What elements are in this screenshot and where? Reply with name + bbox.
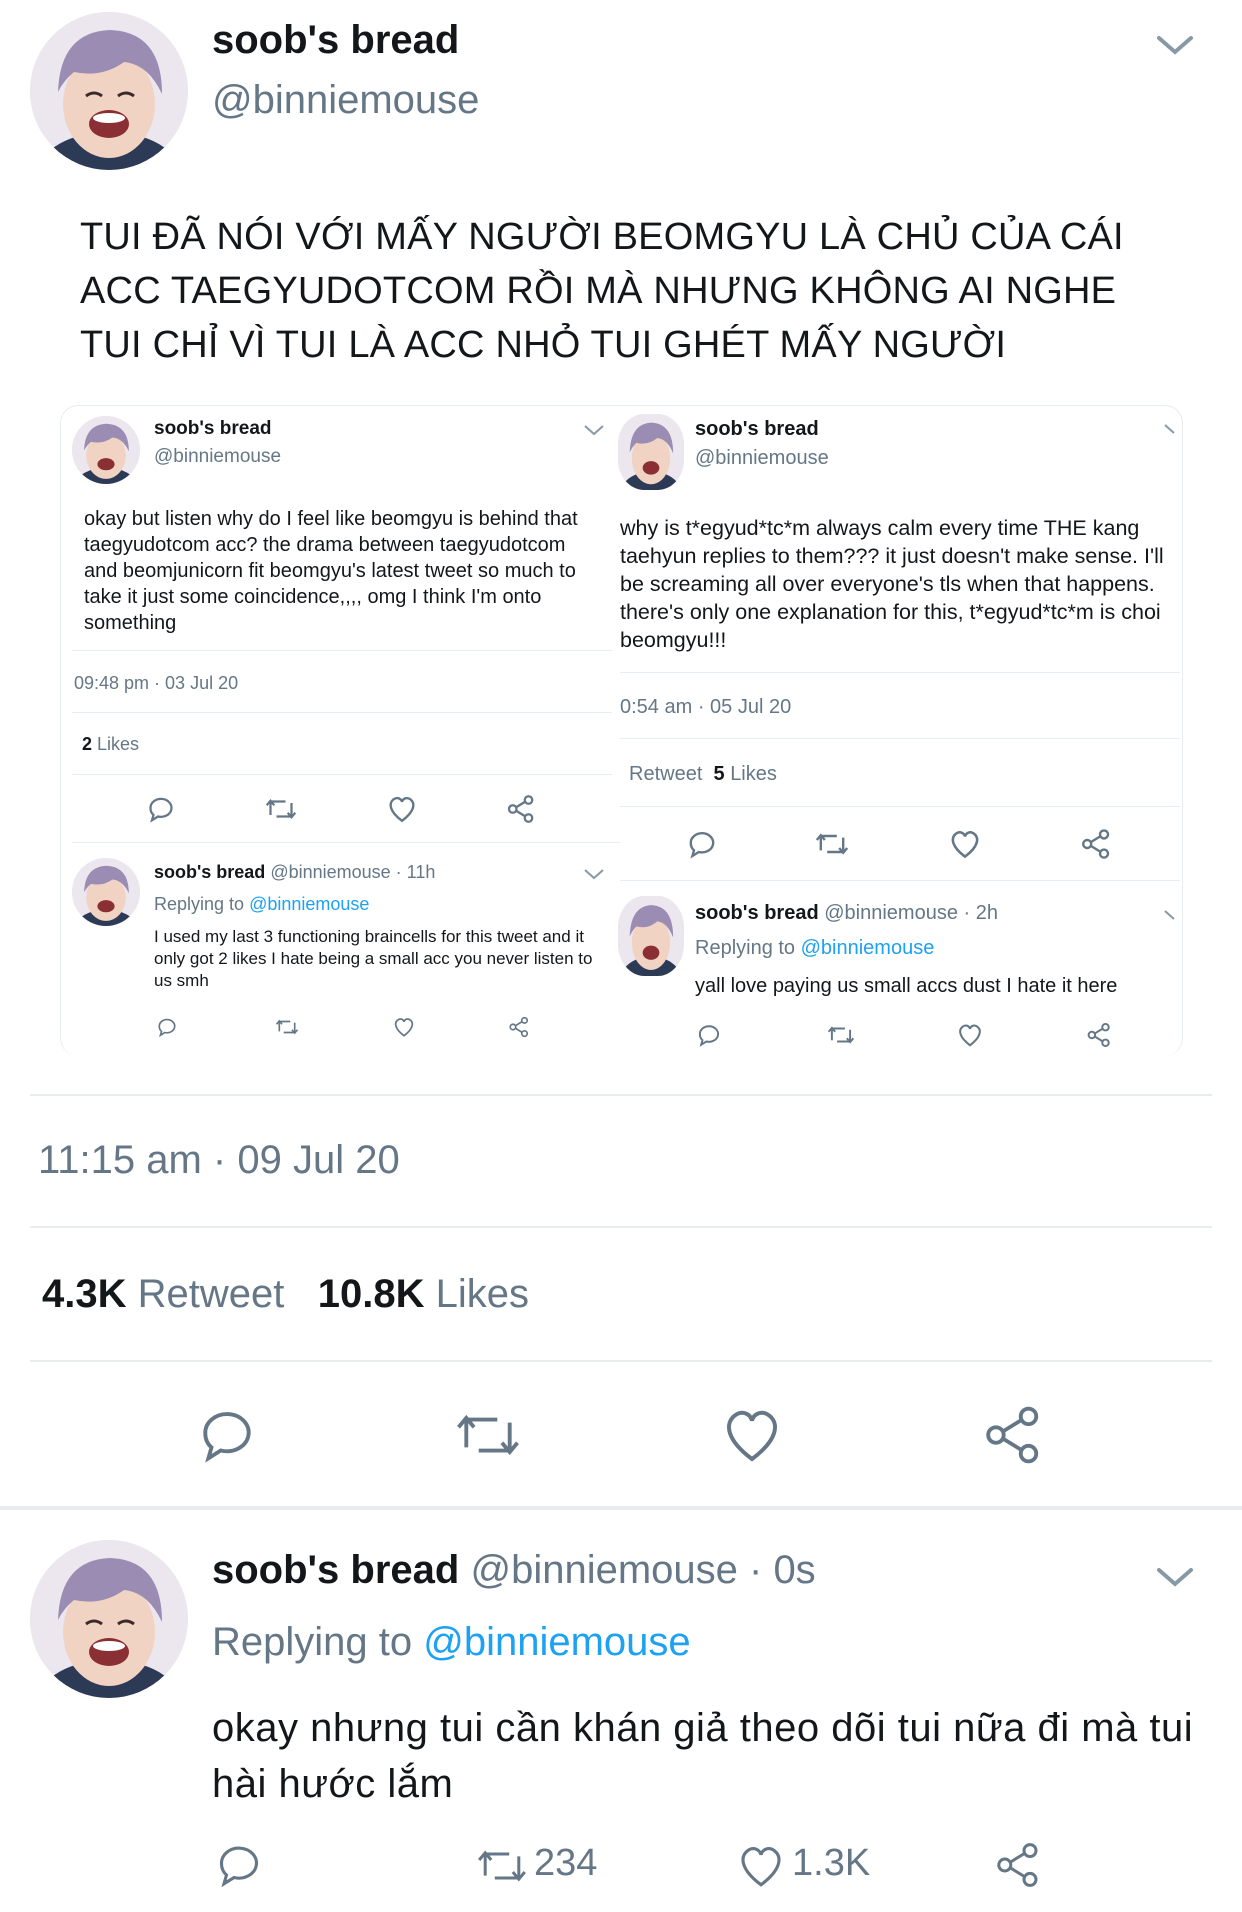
reply-icon[interactable] [214, 1840, 264, 1890]
display-name: soob's bread [695, 902, 819, 924]
chevron-down-icon [1162, 420, 1178, 436]
replying-prefix: Replying to [154, 894, 245, 914]
handle-time: @binniemouse · 2h [824, 902, 998, 924]
like-label[interactable]: Likes [436, 1272, 529, 1316]
engagement-counts: 4.3K Retweet 10.8K Likes [42, 1272, 529, 1317]
replying-handle-link: @binniemouse [800, 937, 935, 959]
reply-icon [686, 828, 718, 860]
like-count[interactable]: 10.8K [318, 1272, 425, 1316]
retweet-count[interactable]: 4.3K [42, 1272, 127, 1316]
chevron-down-icon[interactable] [1155, 30, 1195, 60]
divider [620, 806, 1180, 807]
handle: @binniemouse [154, 446, 282, 467]
avatar[interactable] [30, 12, 188, 170]
engagement-counts: Retweet 5 Likes [629, 763, 777, 786]
retweet-label[interactable]: Retweet [138, 1272, 285, 1316]
handle: @binniemouse [695, 447, 829, 469]
divider [30, 1094, 1212, 1096]
retweet-icon [264, 794, 298, 824]
replying-to: Replying to @binniemouse [695, 937, 934, 960]
divider [72, 842, 620, 843]
share-icon[interactable] [994, 1840, 1042, 1890]
tweet-text: yall love paying us small accs dust I ha… [695, 975, 1118, 997]
reply-header: soob's bread @binniemouse · 11h [154, 862, 435, 883]
display-name: soob's bread [154, 418, 272, 439]
share-icon[interactable] [982, 1404, 1044, 1466]
reply-header: soob's bread @binniemouse · 0s [212, 1548, 816, 1593]
share-icon [506, 794, 536, 824]
chevron-down-icon [582, 866, 606, 882]
like-icon[interactable] [720, 1404, 784, 1466]
retweet-icon[interactable] [452, 1404, 524, 1466]
handle-time[interactable]: @binniemouse · 0s [470, 1548, 815, 1592]
retweet-icon [274, 1016, 300, 1038]
replying-prefix: Replying to [212, 1620, 413, 1664]
replying-handle-link: @binniemouse [249, 894, 370, 914]
replying-handle-link[interactable]: @binniemouse [423, 1620, 690, 1664]
tweet-text: okay nhưng tui cần khán giả theo dõi tui… [212, 1706, 1194, 1806]
display-name: soob's bread [154, 862, 266, 882]
reply-icon [696, 1022, 722, 1048]
section-separator [0, 1506, 1242, 1510]
display-name[interactable]: soob's bread [212, 1548, 459, 1592]
replying-to: Replying to @binniemouse [212, 1620, 691, 1665]
like-count-value: 5 [713, 763, 725, 785]
like-count: 2 Likes [82, 734, 139, 755]
avatar [72, 858, 140, 926]
like-count-label: Likes [97, 734, 140, 754]
divider [72, 774, 612, 775]
like-count-label: Likes [730, 763, 777, 785]
divider [620, 738, 1180, 739]
retweet-count: 234 [534, 1842, 598, 1884]
divider [72, 650, 612, 651]
retweet-icon[interactable] [474, 1842, 530, 1890]
avatar [618, 896, 684, 976]
chevron-down-icon [1162, 906, 1178, 922]
like-icon [956, 1022, 984, 1048]
display-name[interactable]: soob's bread [212, 18, 459, 63]
reply-header: soob's bread @binniemouse · 2h [695, 902, 998, 925]
tweet-text: okay but listen why do I feel like beomg… [84, 508, 578, 634]
retweet-label: Retweet [629, 763, 703, 785]
replying-to: Replying to @binniemouse [154, 894, 369, 915]
tweet-text: TUI ĐÃ NÓI VỚI MẤY NGƯỜI BEOMGYU LÀ CHỦ … [80, 216, 1124, 366]
retweet-icon [814, 828, 850, 860]
divider [620, 672, 1180, 673]
handle-time: @binniemouse · 11h [270, 862, 436, 882]
reply-icon[interactable] [196, 1404, 258, 1466]
like-icon[interactable] [736, 1842, 786, 1890]
divider [30, 1360, 1212, 1362]
tweet-text: why is t*egyud*tc*m always calm every ti… [620, 516, 1164, 652]
display-name: soob's bread [695, 418, 819, 440]
timestamp: 09:48 pm · 03 Jul 20 [74, 673, 239, 693]
like-icon [392, 1016, 416, 1038]
retweet-icon [826, 1022, 856, 1048]
avatar [72, 416, 140, 484]
like-icon [386, 794, 418, 824]
divider [72, 712, 612, 713]
like-icon [948, 828, 982, 860]
reply-icon [156, 1016, 178, 1038]
handle[interactable]: @binniemouse [212, 78, 479, 123]
share-icon [1086, 1022, 1112, 1048]
divider [620, 880, 1180, 881]
chevron-down-icon [582, 422, 606, 438]
like-count-value: 2 [82, 734, 93, 754]
replying-prefix: Replying to [695, 937, 796, 959]
tweet-text: I used my last 3 functioning braincells … [154, 927, 593, 990]
avatar[interactable] [30, 1540, 188, 1698]
like-count: 1.3K [792, 1842, 871, 1884]
share-icon [508, 1016, 530, 1038]
avatar [618, 414, 684, 490]
share-icon [1080, 828, 1112, 860]
timestamp: 0:54 am · 05 Jul 20 [620, 696, 792, 718]
chevron-down-icon[interactable] [1155, 1562, 1195, 1592]
reply-icon [146, 794, 176, 824]
divider [30, 1226, 1212, 1228]
timestamp: 11:15 am · 09 Jul 20 [38, 1138, 400, 1182]
